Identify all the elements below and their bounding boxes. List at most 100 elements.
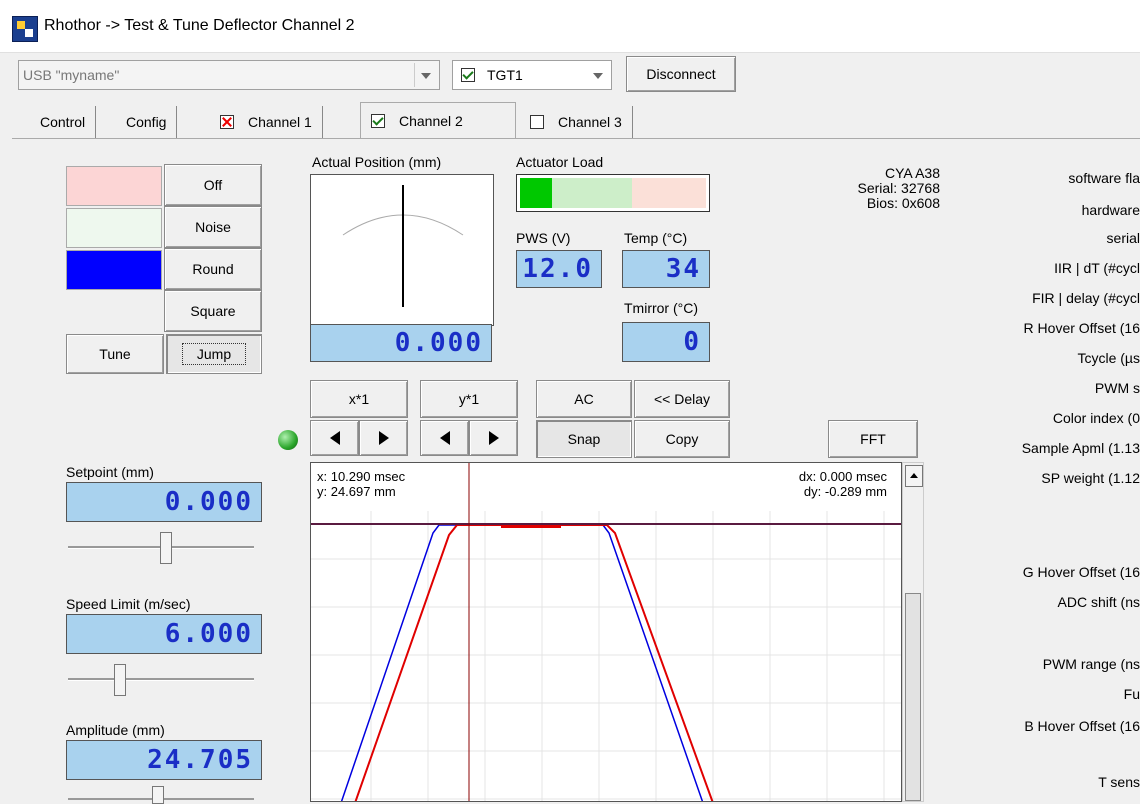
tab-channel-2[interactable]: Channel 2 [360,102,516,139]
temp-label: Temp (°C) [624,230,688,246]
amplitude-label: Amplitude (mm) [66,722,165,738]
actuator-load-label: Actuator Load [516,154,604,170]
gauge-dial [342,185,464,307]
speed-limit-slider-track[interactable] [68,678,254,681]
window-title: Rhothor -> Test & Tune Deflector Channel… [44,17,355,34]
snap-button[interactable]: Snap [536,420,632,458]
tmirror-value: 0 [622,322,710,362]
settings-label: PWM s [1094,380,1140,396]
scope-plot [311,463,901,801]
y-scale-button[interactable]: y*1 [420,380,518,418]
settings-label: hardware [1081,202,1140,218]
scroll-thumb[interactable] [905,593,921,801]
setpoint-value[interactable]: 0.000 [66,482,262,522]
triangle-right-icon [378,431,389,445]
load-segment [632,178,706,208]
setpoint-slider-thumb[interactable] [160,532,172,564]
triangle-right-icon [488,431,499,445]
tab-control[interactable]: Control [30,106,97,138]
title-bar: Rhothor -> Test & Tune Deflector Channel… [0,0,1140,53]
position-gauge [310,174,494,326]
target-checkbox[interactable] [461,68,475,82]
settings-label: PWM range (ns [1042,656,1140,672]
jump-button[interactable]: Jump [166,334,262,374]
square-button[interactable]: Square [164,290,262,332]
delta-y: dy: -0.289 mm [803,484,887,499]
triangle-up-icon [910,473,918,478]
tab-label: Channel 3 [558,114,622,130]
ac-button[interactable]: AC [536,380,632,418]
position-value: 0.000 [310,324,492,362]
noise-color-swatch [66,208,162,248]
delay-button[interactable]: << Delay [634,380,730,418]
scope-display[interactable]: x: 10.290 msec y: 24.697 mm dx: 0.000 ms… [310,462,902,802]
temp-value: 34 [622,250,710,288]
scroll-up-button[interactable] [905,465,923,487]
load-segment [520,178,552,208]
settings-label: software fla [1068,170,1140,186]
device-info: CYA A38 Serial: 32768 Bios: 0x608 [820,166,940,211]
round-button[interactable]: Round [164,248,262,290]
tab-label: Control [40,114,86,130]
scope-scrollbar[interactable] [902,462,924,802]
settings-label: Sample Apml (1.13 [1021,440,1140,456]
off-button[interactable]: Off [164,164,262,206]
device-combo-value: USB "myname" [23,67,120,83]
checkbox-icon [530,115,544,129]
error-x-icon [220,115,234,129]
cursor-y: y: 24.697 mm [317,484,396,499]
amplitude-slider-thumb[interactable] [152,786,164,804]
speed-limit-slider-thumb[interactable] [114,664,126,696]
speed-limit-label: Speed Limit (m/sec) [66,596,191,612]
triangle-left-icon [329,431,340,445]
tab-label: Channel 1 [248,114,312,130]
x-scale-button[interactable]: x*1 [310,380,408,418]
tune-button[interactable]: Tune [66,334,164,374]
position-label: Actual Position (mm) [312,154,442,170]
red-trace [354,524,714,801]
amplitude-value[interactable]: 24.705 [66,740,262,780]
device-model: CYA A38 [884,165,940,181]
tab-channel-1[interactable]: Channel 1 [210,106,323,138]
tab-config[interactable]: Config [116,106,178,138]
noise-button[interactable]: Noise [164,206,262,248]
disconnect-button[interactable]: Disconnect [626,56,736,92]
fft-button[interactable]: FFT [828,420,918,458]
settings-label: Fu [1123,686,1140,702]
speed-limit-value[interactable]: 6.000 [66,614,262,654]
settings-label: ADC shift (ns [1057,594,1140,610]
y-scroll-left-button[interactable] [420,420,469,456]
setpoint-label: Setpoint (mm) [66,464,154,480]
right-settings-column: software fla hardware serial IIR | dT (#cyc… [936,162,1140,802]
settings-label: T sens [1098,774,1140,790]
tab-label: Channel 2 [399,113,463,129]
triangle-left-icon [439,431,450,445]
blue-trace [340,524,704,801]
target-combo-value: TGT1 [487,67,523,83]
device-combo[interactable]: USB "myname" [18,60,440,90]
y-scroll-right-button[interactable] [469,420,518,456]
copy-button[interactable]: Copy [634,420,730,458]
settings-label: Tcycle (µs [1077,350,1140,366]
device-bios: Bios: 0x608 [866,195,940,211]
x-scroll-left-button[interactable] [310,420,359,456]
pws-label: PWS (V) [516,230,571,246]
settings-label: Color index (0 [1052,410,1140,426]
x-scroll-right-button[interactable] [359,420,408,456]
chevron-down-icon[interactable] [414,63,437,87]
settings-label: SP weight (1.12 [1041,470,1140,486]
target-combo[interactable]: TGT1 [452,60,612,90]
device-serial: Serial: 32768 [857,180,940,196]
status-led-icon [278,430,298,450]
cursor-x: x: 10.290 msec [317,469,406,484]
cursor-readout: x: 10.290 msec y: 24.697 mm [317,469,405,499]
tab-channel-3[interactable]: Channel 3 [520,106,633,138]
settings-label: IIR | dT (#cycl [1054,260,1140,276]
chevron-down-icon[interactable] [587,63,609,87]
pws-value: 12.0 [516,250,602,288]
settings-label: FIR | delay (#cycl [1032,290,1140,306]
settings-label: B Hover Offset (16 [1024,718,1140,734]
round-color-swatch [66,250,162,290]
delta-readout: dx: 0.000 msec dy: -0.289 mm [799,469,887,499]
settings-label: R Hover Offset (16 [1023,320,1140,336]
